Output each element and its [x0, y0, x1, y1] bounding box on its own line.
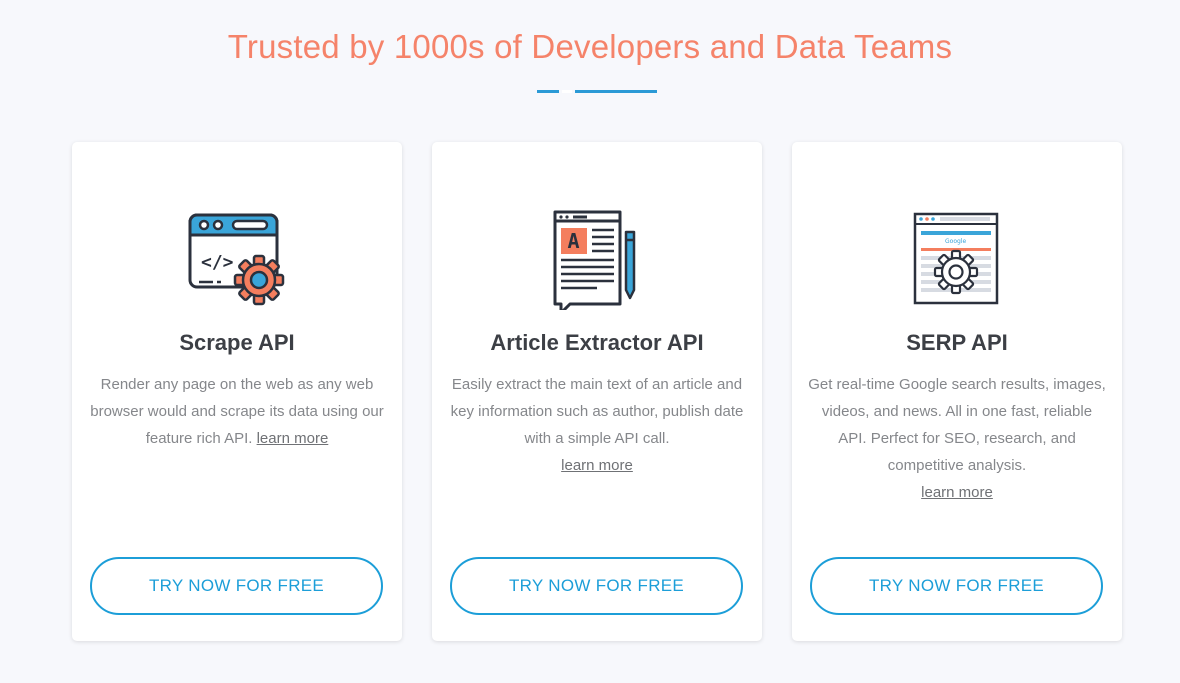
learn-more-link[interactable]: learn more [257, 430, 329, 447]
try-now-button[interactable]: TRY NOW FOR FREE [90, 557, 383, 615]
card-description: Get real-time Google search results, ima… [807, 371, 1107, 506]
heading-divider [537, 90, 657, 93]
card-description: Easily extract the main text of an artic… [447, 371, 747, 479]
card-description: Render any page on the web as any web br… [87, 371, 387, 452]
svg-text:A: A [568, 229, 580, 253]
learn-more-link[interactable]: learn more [921, 484, 993, 501]
article-newspaper-pen-icon: A [547, 210, 647, 315]
card-title: Scrape API [179, 330, 295, 355]
try-now-button[interactable]: TRY NOW FOR FREE [810, 557, 1103, 615]
google-label: Google [945, 238, 966, 245]
card-title: Article Extractor API [490, 330, 704, 355]
card-description-text: Easily extract the main text of an artic… [450, 376, 744, 447]
try-now-button[interactable]: TRY NOW FOR FREE [450, 557, 743, 615]
google-serp-gear-icon: Google [907, 210, 1007, 310]
code-window-gear-icon: </> [187, 210, 287, 310]
learn-more-link[interactable]: learn more [561, 457, 633, 474]
card-scrape-api: </> Scrape API Render any page on the we… [72, 142, 402, 641]
card-description-text: Render any page on the web as any web br… [90, 376, 384, 447]
section-heading: Trusted by 1000s of Developers and Data … [227, 28, 953, 65]
card-article-extractor-api: A Article Extractor API Easily extract t… [432, 142, 762, 641]
card-serp-api: Google SERP API Get real-time Google sea… [792, 142, 1122, 641]
svg-text:</>: </> [201, 252, 234, 273]
card-description-text: Get real-time Google search results, ima… [808, 376, 1106, 474]
card-title: SERP API [906, 330, 1008, 355]
